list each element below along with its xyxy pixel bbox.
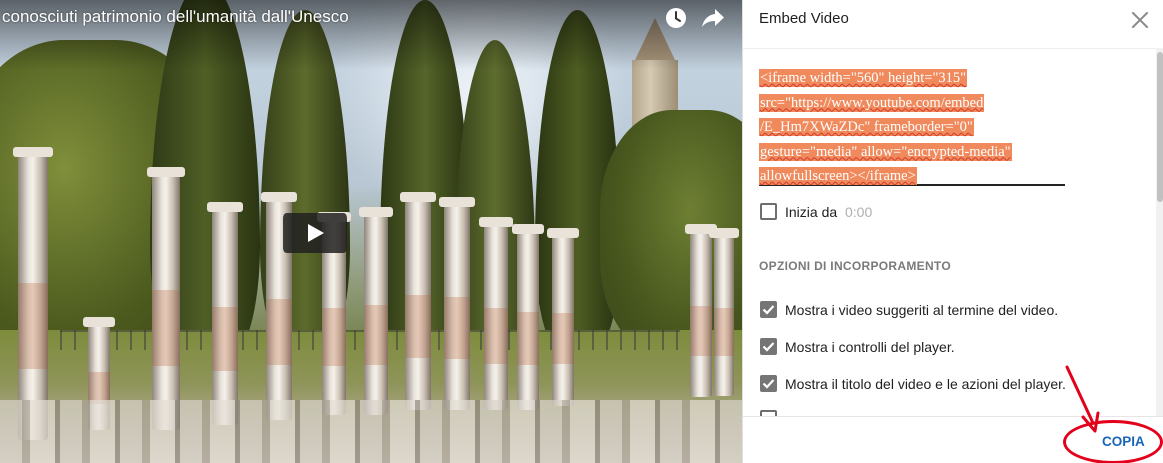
share-arrow-icon[interactable]	[700, 6, 726, 30]
start-at-checkbox[interactable]	[760, 203, 777, 220]
close-icon[interactable]	[1130, 10, 1150, 30]
play-button[interactable]	[281, 209, 349, 257]
video-player[interactable]: conosciuti patrimonio dell'umanità dall'…	[0, 0, 742, 463]
embed-code-line: /E_Hm7XWaZDc" frameborder="0"	[759, 118, 974, 136]
roman-column	[359, 207, 393, 415]
title-actions-checkbox[interactable]	[760, 375, 777, 392]
suggested-videos-checkbox[interactable]	[760, 301, 777, 318]
start-time-input[interactable]: 0:00	[845, 204, 872, 220]
player-controls-checkbox[interactable]	[760, 338, 777, 355]
roman-column	[709, 228, 739, 396]
clock-icon[interactable]	[664, 6, 688, 30]
video-title[interactable]: conosciuti patrimonio dell'umanità dall'…	[2, 7, 349, 27]
annotation-circle	[1063, 420, 1163, 463]
roman-column	[207, 202, 243, 425]
embed-code-line: src="https://www.youtube.com/embed	[759, 93, 985, 112]
play-icon	[283, 213, 347, 253]
panel-title: Embed Video	[759, 10, 849, 27]
roman-column	[479, 217, 513, 410]
title-actions-label: Mostra il titolo del video e le azioni d…	[785, 376, 1066, 392]
scrollbar-thumb[interactable]	[1157, 52, 1163, 202]
roman-column	[147, 167, 185, 430]
roman-column	[685, 224, 717, 397]
roman-column	[547, 228, 579, 406]
suggested-videos-label: Mostra i video suggeriti al termine del …	[785, 302, 1059, 318]
embed-options-heading: OPZIONI DI INCORPORAMENTO	[759, 259, 951, 273]
roman-column	[512, 224, 544, 410]
embed-panel: Embed Video <iframe width="560" height="…	[742, 0, 1163, 463]
embed-code-line: allowfullscreen></iframe>	[759, 167, 917, 185]
header-divider	[743, 48, 1163, 49]
embed-code-line: gesture="media" allow="encrypted-media"	[759, 142, 1012, 161]
embed-code-line: <iframe width="560" height="315"	[759, 69, 968, 87]
ruins-foreground	[0, 400, 742, 463]
player-controls-label: Mostra i controlli del player.	[785, 339, 955, 355]
embed-code-textarea[interactable]: <iframe width="560" height="315" src="ht…	[759, 66, 1065, 186]
roman-column	[400, 192, 436, 410]
start-at-label: Inizia da	[785, 204, 838, 220]
roman-column	[439, 197, 475, 410]
roman-column	[13, 147, 53, 440]
